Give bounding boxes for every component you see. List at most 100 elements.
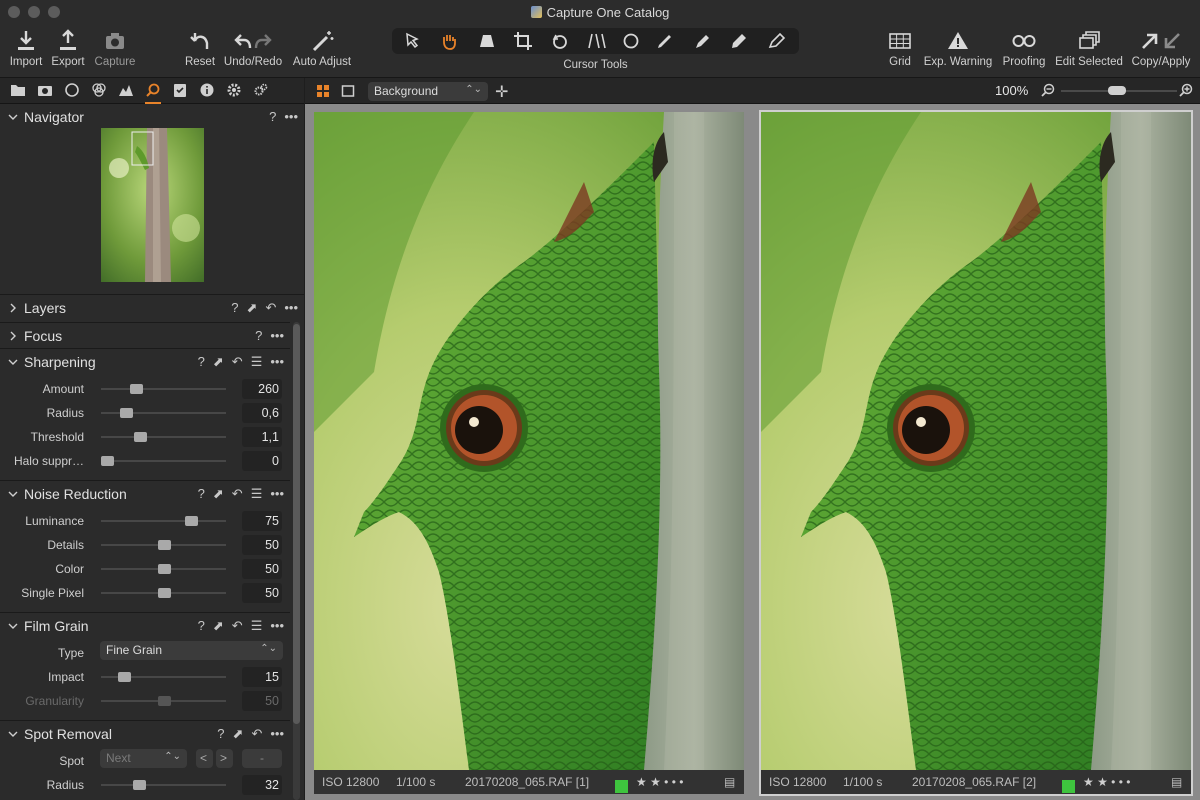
slider-knob[interactable] [101, 456, 115, 466]
slider-knob[interactable] [157, 696, 171, 706]
more-icon[interactable]: ••• [284, 300, 298, 315]
presets-icon[interactable]: ☰ [251, 618, 263, 634]
noise-reduction-header[interactable]: Noise Reduction ? ⬈ ↶ ☰ ••• [0, 480, 290, 506]
grid-button[interactable]: Grid [884, 24, 916, 78]
popout-icon[interactable]: ⬈ [213, 618, 224, 634]
spot-select[interactable]: Next ⌃⌄ [100, 749, 187, 768]
keystone-cursor-tool[interactable] [472, 30, 502, 52]
more-icon[interactable]: ••• [270, 618, 284, 633]
slider-track[interactable] [101, 460, 226, 462]
help-icon[interactable]: ? [255, 328, 262, 343]
tab-capture[interactable] [35, 82, 55, 100]
slider-knob[interactable] [117, 672, 131, 682]
slider-knob[interactable] [157, 588, 171, 598]
select-cursor-tool[interactable] [398, 30, 428, 52]
presets-icon[interactable]: ☰ [251, 354, 263, 370]
single-view-button[interactable] [341, 84, 355, 98]
help-icon[interactable]: ? [217, 726, 224, 741]
image-info-button[interactable]: ▤ [724, 775, 735, 789]
lens-cursor-tool[interactable] [582, 30, 612, 52]
star-rating[interactable]: ★ ★ • • • [1083, 775, 1130, 789]
zoom-in-button[interactable] [1179, 83, 1193, 97]
navigator-header[interactable]: Navigator ? ••• [0, 104, 304, 130]
navigator-thumbnail[interactable] [101, 128, 204, 282]
zoom-slider-knob[interactable] [1108, 86, 1126, 95]
tab-adjustments[interactable] [170, 82, 190, 100]
popout-icon[interactable]: ⬈ [233, 726, 244, 742]
tab-metadata[interactable] [197, 82, 217, 100]
eraser-cursor-tool[interactable] [762, 30, 792, 52]
slider-value-field[interactable]: 15 [242, 667, 282, 687]
slider-track[interactable] [101, 388, 226, 390]
focus-header[interactable]: Focus ? ••• [0, 322, 290, 348]
slider-knob[interactable] [157, 564, 171, 574]
color-picker-cursor-tool[interactable] [688, 30, 718, 52]
help-icon[interactable]: ? [231, 300, 238, 315]
annotate-cursor-tool[interactable] [724, 30, 754, 52]
slider-knob[interactable] [120, 408, 133, 418]
popout-icon[interactable]: ⬈ [247, 300, 258, 316]
pan-cursor-tool[interactable] [434, 30, 464, 52]
slider-value-field[interactable]: 1,1 [242, 427, 282, 447]
slider-value-field[interactable]: 50 [242, 583, 282, 603]
slider-value-field[interactable]: 75 [242, 511, 282, 531]
sharpening-header[interactable]: Sharpening ? ⬈ ↶ ☰ ••• [0, 348, 290, 374]
reset-small-icon[interactable]: ↶ [265, 300, 276, 316]
auto-adjust-button[interactable]: Auto Adjust [290, 24, 354, 78]
help-icon[interactable]: ? [198, 618, 205, 633]
presets-icon[interactable]: ☰ [251, 486, 263, 502]
import-button[interactable]: Import [6, 24, 46, 78]
tab-details[interactable] [143, 82, 163, 104]
slider-knob[interactable] [157, 540, 171, 550]
slider-knob[interactable] [133, 432, 147, 442]
remove-spot-button[interactable]: - [242, 749, 282, 768]
reset-small-icon[interactable]: ↶ [232, 618, 243, 634]
slider-knob[interactable] [130, 384, 143, 394]
export-button[interactable]: Export [48, 24, 88, 78]
slider-value-field[interactable]: 0 [242, 451, 282, 471]
capture-button[interactable]: Capture [92, 24, 138, 78]
brush-cursor-tool[interactable] [650, 30, 680, 52]
popout-icon[interactable]: ⬈ [213, 486, 224, 502]
lizard-photo[interactable] [314, 112, 744, 770]
circle-mask-cursor-tool[interactable] [616, 30, 646, 52]
more-icon[interactable]: ••• [270, 354, 284, 369]
slider-track[interactable] [101, 520, 226, 522]
film-grain-type-select[interactable]: Fine Grain ⌃⌄ [100, 641, 283, 660]
exposure-warning-button[interactable]: Exp. Warning [922, 24, 994, 78]
tab-exposure[interactable] [116, 82, 136, 100]
previous-spot-button[interactable]: < [196, 749, 213, 768]
reset-small-icon[interactable]: ↶ [232, 354, 243, 370]
slider-knob[interactable] [185, 516, 198, 526]
crop-cursor-tool[interactable] [508, 30, 538, 52]
help-icon[interactable]: ? [198, 486, 205, 501]
next-spot-button[interactable]: > [216, 749, 233, 768]
layer-select[interactable]: Background ⌃⌄ [368, 82, 488, 101]
tab-lens[interactable] [62, 82, 82, 100]
undo-redo-button[interactable]: Undo/Redo [222, 24, 284, 78]
star-rating[interactable]: ★ ★ • • • [636, 775, 683, 789]
proofing-button[interactable]: Proofing [1000, 24, 1048, 78]
reset-button[interactable]: Reset [182, 24, 218, 78]
slider-value-field[interactable]: 0,6 [242, 403, 282, 423]
edit-selected-button[interactable]: Edit Selected [1052, 24, 1126, 78]
tab-color[interactable] [89, 82, 109, 100]
help-button[interactable]: ? [269, 109, 276, 124]
copy-apply-button[interactable]: Copy/Apply [1130, 24, 1192, 78]
reset-small-icon[interactable]: ↶ [232, 486, 243, 502]
zoom-out-button[interactable] [1041, 83, 1055, 97]
slider-track[interactable] [101, 436, 226, 438]
lizard-photo[interactable] [761, 112, 1191, 770]
help-icon[interactable]: ? [198, 354, 205, 369]
spot-radius-value-field[interactable]: 32 [242, 775, 282, 795]
image-frame-primary[interactable]: ISO 12800 1/100 s 20170208_065.RAF [1] ★… [314, 112, 744, 794]
reset-small-icon[interactable]: ↶ [251, 726, 262, 742]
tab-library[interactable] [8, 82, 28, 100]
slider-value-field[interactable]: 260 [242, 379, 282, 399]
slider-value-field[interactable]: 50 [242, 535, 282, 555]
spot-radius-slider-track[interactable] [101, 784, 226, 786]
add-layer-button[interactable]: ✛ [495, 82, 511, 101]
more-icon[interactable]: ••• [270, 328, 284, 343]
more-icon[interactable]: ••• [270, 726, 284, 741]
panel-scrollbar-thumb[interactable] [293, 324, 300, 724]
